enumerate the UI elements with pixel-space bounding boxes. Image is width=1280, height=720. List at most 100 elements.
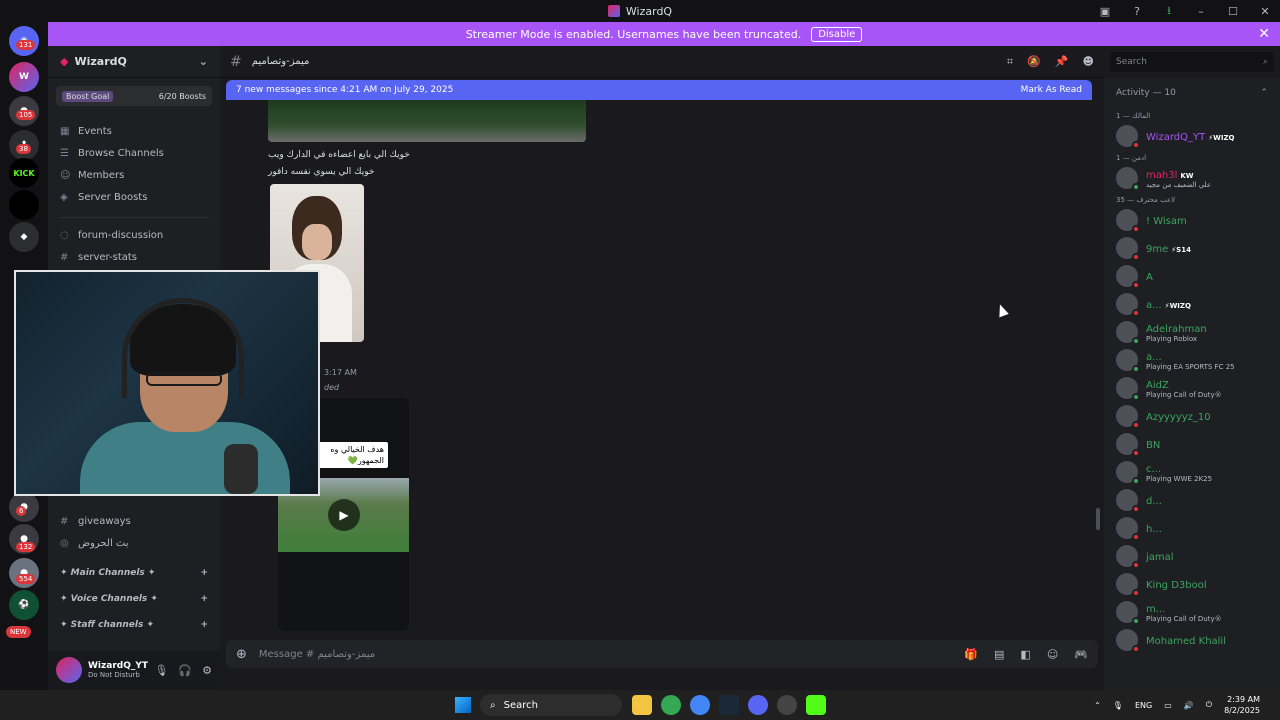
- member-item[interactable]: WizardQ_YT ⚡WIZQ: [1104, 122, 1280, 150]
- pin-icon[interactable]: 📌: [1055, 55, 1069, 69]
- member-item[interactable]: Adelrahman Playing Roblox: [1104, 318, 1280, 346]
- member-item[interactable]: Mohamed Khalil: [1104, 626, 1280, 654]
- download-icon[interactable]: ⭳: [1162, 2, 1176, 21]
- nav-events[interactable]: ▦ Events: [48, 120, 220, 142]
- kick-app-icon[interactable]: [806, 695, 826, 715]
- gif-icon[interactable]: ▤: [994, 648, 1004, 661]
- channel-server-stats[interactable]: # server-stats: [48, 246, 220, 268]
- member-item[interactable]: h...: [1104, 514, 1280, 542]
- app-icon[interactable]: [777, 695, 797, 715]
- boost-goal-bar[interactable]: Boost Goal 6/20 Boosts: [56, 86, 212, 106]
- channel-stream[interactable]: ◎ بث الحروض: [48, 532, 220, 554]
- search-input[interactable]: Search ⌕: [1110, 52, 1274, 72]
- category-main-channels[interactable]: ✦ Main Channels ✦ +: [48, 560, 220, 586]
- boost-goal-label: Boost Goal: [62, 90, 114, 102]
- avatar[interactable]: [56, 657, 82, 683]
- member-list-icon[interactable]: ☻: [1083, 55, 1094, 69]
- server-6[interactable]: ◆: [9, 222, 39, 252]
- add-channel-icon[interactable]: +: [200, 620, 208, 630]
- start-button[interactable]: [455, 697, 471, 713]
- close-window-button[interactable]: ✕: [1258, 5, 1272, 18]
- chevron-up-icon[interactable]: ⌃: [1094, 701, 1101, 710]
- server-wizardq[interactable]: W: [9, 62, 39, 92]
- member-item[interactable]: King D3bool: [1104, 570, 1280, 598]
- category-staff-channels[interactable]: ✦ Staff channels ✦ +: [48, 612, 220, 638]
- member-item[interactable]: jamal: [1104, 542, 1280, 570]
- category-voice-channels[interactable]: ✦ Voice Channels ✦ +: [48, 586, 220, 612]
- power-icon[interactable]: ⏻: [1206, 700, 1212, 710]
- emoji-icon[interactable]: ☺: [1047, 648, 1058, 661]
- scrollbar[interactable]: [1096, 508, 1100, 530]
- volume-icon[interactable]: 🔊: [1184, 701, 1194, 710]
- message-text: خويك الي يسوي نفسه دافور: [268, 167, 375, 177]
- nav-browse-channels[interactable]: ☰ Browse Channels: [48, 142, 220, 164]
- avatar: [1116, 517, 1140, 541]
- member-item[interactable]: m... Playing Call of Duty®: [1104, 598, 1280, 626]
- add-attachment-icon[interactable]: ⊕: [236, 647, 247, 662]
- avatar: [1116, 321, 1140, 345]
- channel-giveaways[interactable]: # giveaways: [48, 510, 220, 532]
- member-item[interactable]: A: [1104, 262, 1280, 290]
- member-name: King D3bool: [1146, 580, 1207, 591]
- badge-server-8: 132: [16, 542, 36, 552]
- threads-icon[interactable]: ⌗: [1007, 55, 1013, 69]
- message-image[interactable]: [268, 100, 586, 142]
- language-indicator[interactable]: ENG: [1135, 701, 1152, 710]
- avatar: [1116, 209, 1140, 233]
- gift-icon[interactable]: 🎁: [964, 648, 978, 661]
- server-5[interactable]: [9, 190, 39, 220]
- member-item[interactable]: ! Wisam: [1104, 206, 1280, 234]
- new-messages-bar[interactable]: 7 new messages since 4:21 AM on July 29,…: [226, 80, 1092, 100]
- headphones-icon[interactable]: 🎧: [178, 664, 192, 677]
- server-10[interactable]: ⚽: [9, 590, 39, 620]
- nav-server-boosts[interactable]: ◈ Server Boosts: [48, 186, 220, 208]
- add-channel-icon[interactable]: +: [200, 568, 208, 578]
- member-item[interactable]: c... Playing WWE 2K25: [1104, 458, 1280, 486]
- chrome-profile-icon[interactable]: [690, 695, 710, 715]
- guild-header[interactable]: ◆ WizardQ ⌄: [48, 46, 220, 78]
- avatar: [1116, 573, 1140, 597]
- member-item[interactable]: BN: [1104, 430, 1280, 458]
- clock[interactable]: 2:39 AM 8/2/2025: [1224, 694, 1260, 716]
- activity-header[interactable]: Activity — 10 ⌃: [1104, 78, 1280, 108]
- message-composer[interactable]: ⊕ Message # ميمز-وتصاميم 🎁 ▤ ◧ ☺ 🎮: [226, 640, 1098, 668]
- mark-as-read-button[interactable]: Mark As Read: [1021, 85, 1082, 95]
- status-dot-icon: [1132, 281, 1140, 289]
- help-icon[interactable]: ?: [1130, 5, 1144, 18]
- member-item[interactable]: d...: [1104, 486, 1280, 514]
- member-item[interactable]: mah3l KW علي الضعيف من مجيد: [1104, 164, 1280, 192]
- taskbar-search[interactable]: ⌕ Search: [480, 694, 622, 716]
- member-item[interactable]: Azyyyyyz_10: [1104, 402, 1280, 430]
- member-group-owner: المالك — 1: [1116, 112, 1151, 120]
- member-item[interactable]: a... Playing EA SPORTS FC 25: [1104, 346, 1280, 374]
- notification-bell-icon[interactable]: 🔕: [1027, 55, 1041, 69]
- microphone-icon[interactable]: 🎙: [1113, 701, 1123, 710]
- avatar: [1116, 377, 1140, 401]
- disable-streamer-button[interactable]: Disable: [811, 26, 863, 42]
- badge-server-3: 38: [16, 144, 31, 154]
- member-item[interactable]: a... ⚡WIZQ: [1104, 290, 1280, 318]
- play-icon[interactable]: ▶: [328, 499, 360, 531]
- inbox-icon[interactable]: ▣: [1098, 5, 1112, 18]
- activity-icon[interactable]: 🎮: [1074, 648, 1088, 661]
- sticker-icon[interactable]: ◧: [1020, 648, 1030, 661]
- message-input[interactable]: Message # ميمز-وتصاميم: [259, 649, 375, 660]
- chrome-icon[interactable]: [661, 695, 681, 715]
- nav-members[interactable]: ☺ Members: [48, 164, 220, 186]
- add-channel-icon[interactable]: +: [200, 594, 208, 604]
- network-icon[interactable]: ▭: [1164, 701, 1172, 710]
- guild-name: WizardQ: [74, 55, 127, 68]
- avatar: [1116, 545, 1140, 569]
- file-explorer-icon[interactable]: [632, 695, 652, 715]
- member-item[interactable]: AidZ Playing Call of Duty®: [1104, 374, 1280, 402]
- server-kick[interactable]: KICK: [9, 158, 39, 188]
- channel-forum-discussion[interactable]: ◌ forum-discussion: [48, 224, 220, 246]
- maximize-button[interactable]: ☐: [1226, 5, 1240, 18]
- close-banner-icon[interactable]: ✕: [1258, 26, 1270, 42]
- member-item[interactable]: 9me ⚡S14: [1104, 234, 1280, 262]
- gear-icon[interactable]: ⚙: [202, 664, 212, 677]
- steam-icon[interactable]: [719, 695, 739, 715]
- microphone-icon[interactable]: 🎙: [154, 664, 168, 677]
- minimize-button[interactable]: –: [1194, 5, 1208, 18]
- discord-icon[interactable]: [748, 695, 768, 715]
